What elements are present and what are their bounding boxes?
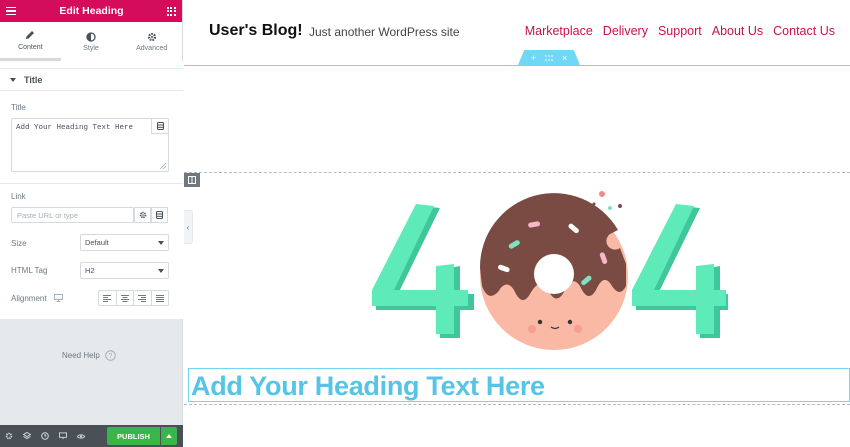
align-justify-button[interactable] bbox=[152, 291, 169, 305]
column-icon bbox=[188, 176, 196, 184]
tab-style-label: Style bbox=[83, 45, 99, 52]
database-icon bbox=[156, 122, 164, 130]
responsive-desktop-icon[interactable] bbox=[54, 294, 63, 302]
panel-header: Edit Heading bbox=[0, 0, 182, 22]
404-donut-illustration bbox=[372, 191, 728, 350]
tab-advanced-label: Advanced bbox=[136, 45, 168, 52]
column-divider bbox=[184, 172, 850, 173]
dynamic-tags-button[interactable] bbox=[151, 119, 168, 134]
link-label: Link bbox=[11, 192, 26, 201]
delete-section-icon[interactable]: × bbox=[562, 53, 567, 63]
elementor-panel: Edit Heading Content Style Advanced Titl… bbox=[0, 0, 183, 447]
nav-item-about-us[interactable]: About Us bbox=[712, 24, 763, 38]
link-url-input[interactable]: Paste URL or type bbox=[11, 207, 134, 223]
widgets-grid-icon[interactable] bbox=[166, 6, 176, 16]
heading-text[interactable]: Add Your Heading Text Here bbox=[191, 371, 545, 402]
nav-item-marketplace[interactable]: Marketplace bbox=[525, 24, 593, 38]
chevron-down-icon bbox=[158, 269, 164, 273]
section-title-label: Title bbox=[24, 74, 43, 85]
alignment-choices bbox=[98, 290, 169, 306]
menu-icon[interactable] bbox=[6, 6, 16, 16]
section-title-toggle[interactable]: Title bbox=[0, 68, 183, 91]
caret-down-icon bbox=[10, 77, 16, 82]
half-circle-icon bbox=[86, 31, 97, 42]
responsive-mode-icon[interactable] bbox=[59, 432, 67, 440]
align-left-icon bbox=[103, 294, 112, 302]
title-textarea-value: Add Your Heading Text Here bbox=[16, 124, 134, 132]
section-bottom-divider bbox=[184, 404, 850, 405]
site-tagline: Just another WordPress site bbox=[309, 25, 460, 39]
need-help-link[interactable]: Need Help ? bbox=[62, 350, 116, 361]
publish-button[interactable]: PUBLISH bbox=[107, 427, 160, 445]
nav-item-delivery[interactable]: Delivery bbox=[603, 24, 648, 38]
settings-icon[interactable] bbox=[5, 432, 13, 440]
publish-options-button[interactable] bbox=[161, 427, 177, 445]
html-tag-select[interactable]: H2 bbox=[80, 262, 169, 279]
title-textarea[interactable]: Add Your Heading Text Here bbox=[11, 118, 169, 172]
html-tag-select-value: H2 bbox=[85, 266, 95, 275]
drag-handle-icon[interactable] bbox=[545, 53, 553, 63]
panel-controls: Title bbox=[0, 61, 183, 319]
size-label: Size bbox=[11, 239, 27, 248]
site-title[interactable]: User's Blog! bbox=[209, 22, 303, 40]
site-header: User's Blog! Just another WordPress site… bbox=[184, 0, 850, 65]
tab-advanced[interactable]: Advanced bbox=[121, 22, 182, 61]
panel-tabs: Content Style Advanced bbox=[0, 22, 182, 61]
html-tag-label: HTML Tag bbox=[11, 266, 48, 275]
chevron-down-icon bbox=[158, 241, 164, 245]
caret-up-icon bbox=[166, 434, 172, 438]
alignment-label: Alignment bbox=[11, 294, 47, 303]
align-right-button[interactable] bbox=[134, 291, 152, 305]
donut-shape bbox=[479, 191, 628, 350]
gear-icon bbox=[139, 211, 146, 219]
link-dynamic-button[interactable] bbox=[151, 207, 168, 223]
pencil-icon bbox=[25, 30, 36, 41]
title-label: Title bbox=[11, 103, 26, 112]
panel-collapse-toggle[interactable]: ‹ bbox=[184, 210, 193, 244]
link-options-button[interactable] bbox=[134, 207, 151, 223]
divider bbox=[0, 183, 183, 184]
nav-item-support[interactable]: Support bbox=[658, 24, 702, 38]
align-left-button[interactable] bbox=[99, 291, 117, 305]
preview-canvas: User's Blog! Just another WordPress site… bbox=[184, 0, 850, 447]
tab-style[interactable]: Style bbox=[61, 22, 122, 61]
size-select[interactable]: Default bbox=[80, 234, 169, 251]
align-right-icon bbox=[138, 294, 147, 302]
panel-title: Edit Heading bbox=[59, 5, 124, 17]
database-icon bbox=[156, 211, 163, 219]
size-select-value: Default bbox=[85, 238, 109, 247]
nav-item-contact-us[interactable]: Contact Us bbox=[773, 24, 835, 38]
column-handle[interactable] bbox=[184, 173, 200, 187]
align-justify-icon bbox=[155, 294, 164, 302]
history-icon[interactable] bbox=[41, 432, 49, 440]
resize-handle-icon[interactable] bbox=[160, 163, 166, 169]
tab-content[interactable]: Content bbox=[0, 22, 61, 61]
main-nav: Marketplace Delivery Support About Us Co… bbox=[525, 24, 835, 38]
need-help-label: Need Help bbox=[62, 351, 100, 360]
heading-widget-outline[interactable]: Add Your Heading Text Here bbox=[188, 368, 850, 402]
align-center-button[interactable] bbox=[117, 291, 134, 305]
layers-icon[interactable] bbox=[23, 432, 31, 440]
chevron-left-icon: ‹ bbox=[186, 222, 190, 232]
gear-icon bbox=[146, 31, 157, 42]
question-circle-icon: ? bbox=[105, 350, 116, 361]
align-center-icon bbox=[120, 294, 129, 302]
svg-text:?: ? bbox=[108, 353, 112, 360]
add-section-icon[interactable]: + bbox=[531, 53, 536, 63]
section-handle: + × bbox=[518, 50, 580, 65]
four-right-shape bbox=[632, 204, 728, 338]
preview-eye-icon[interactable] bbox=[77, 432, 85, 440]
section-outline bbox=[184, 65, 850, 66]
tab-content-label: Content bbox=[18, 43, 43, 51]
four-left-shape bbox=[372, 204, 474, 338]
